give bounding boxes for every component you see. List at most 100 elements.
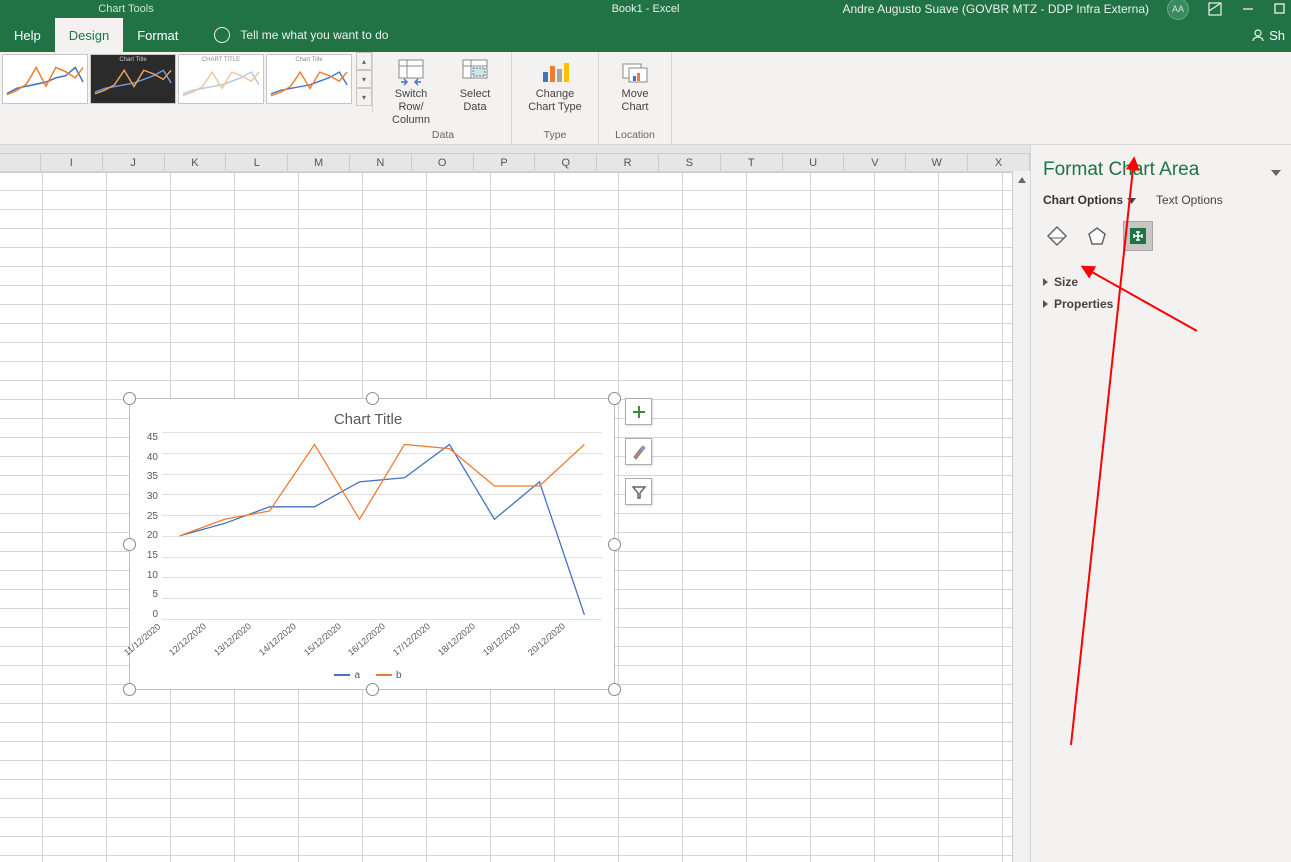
y-tick-label: 20 — [138, 530, 158, 541]
column-header[interactable]: P — [474, 154, 536, 172]
gallery-scroll-up[interactable]: ▴ — [356, 52, 372, 70]
pane-section-size[interactable]: Size — [1043, 271, 1279, 293]
resize-handle[interactable] — [123, 683, 136, 696]
resize-handle[interactable] — [123, 538, 136, 551]
chart-add-element-button[interactable] — [625, 398, 652, 425]
user-avatar[interactable]: AA — [1167, 0, 1189, 20]
maximize-icon[interactable] — [1273, 2, 1287, 16]
pane-tab-text-options[interactable]: Text Options — [1156, 193, 1223, 207]
x-tick-label: 17/12/2020 — [391, 621, 432, 658]
chart-title[interactable]: Chart Title — [134, 407, 602, 432]
triangle-right-icon — [1043, 300, 1048, 308]
pane-title: Format Chart Area — [1043, 159, 1279, 181]
gallery-more[interactable]: ▾ — [356, 88, 372, 106]
tell-me-search[interactable]: Tell me what you want to do — [214, 18, 388, 52]
x-tick-label: 20/12/2020 — [526, 621, 567, 658]
column-header[interactable]: R — [597, 154, 659, 172]
size-properties-icon[interactable] — [1123, 221, 1153, 251]
minimize-icon[interactable] — [1241, 2, 1255, 16]
legend-item[interactable]: a — [334, 670, 360, 681]
user-name: Andre Augusto Suave (GOVBR MTZ - DDP Inf… — [842, 2, 1149, 16]
chart-styles-button[interactable] — [625, 438, 652, 465]
y-tick-label: 15 — [138, 550, 158, 561]
chart-style-thumb[interactable]: Chart Title — [90, 54, 176, 104]
ribbon-group-label: Location — [615, 129, 655, 144]
column-header[interactable]: S — [659, 154, 721, 172]
share-button[interactable]: Sh — [1251, 18, 1291, 52]
chart-style-thumb[interactable]: CHART TITLE — [178, 54, 264, 104]
series-line[interactable] — [180, 444, 585, 614]
column-header[interactable]: K — [165, 154, 227, 172]
funnel-icon — [631, 484, 647, 500]
chart-styles-gallery[interactable]: Chart Title CHART TITLE Chart Title ▴ ▾ … — [0, 52, 373, 112]
resize-handle[interactable] — [608, 538, 621, 551]
y-tick-label: 45 — [138, 432, 158, 443]
column-header[interactable]: N — [350, 154, 412, 172]
plot-area[interactable] — [162, 432, 602, 620]
resize-handle[interactable] — [608, 683, 621, 696]
titlebar: Chart Tools Book1 - Excel Andre Augusto … — [0, 0, 1291, 18]
switch-row-column-button[interactable]: Switch Row/ Column — [379, 54, 443, 129]
move-chart-icon — [619, 56, 651, 88]
lightbulb-icon — [214, 27, 230, 43]
resize-handle[interactable] — [366, 392, 379, 405]
x-tick-label: 12/12/2020 — [167, 621, 208, 658]
document-title: Book1 - Excel — [612, 3, 680, 15]
share-icon — [1251, 28, 1265, 42]
y-tick-label: 10 — [138, 570, 158, 581]
effects-icon[interactable] — [1083, 222, 1111, 250]
fill-line-icon[interactable] — [1043, 222, 1071, 250]
column-header[interactable]: Q — [535, 154, 597, 172]
ribbon-display-options-icon[interactable] — [1207, 1, 1223, 17]
pane-section-properties[interactable]: Properties — [1043, 293, 1279, 315]
column-header[interactable]: T — [721, 154, 783, 172]
column-header[interactable]: V — [844, 154, 906, 172]
brush-icon — [631, 444, 647, 460]
y-tick-label: 0 — [138, 609, 158, 620]
chevron-down-icon — [1127, 196, 1136, 205]
chart-style-thumb[interactable]: Chart Title — [266, 54, 352, 104]
x-tick-label: 16/12/2020 — [346, 621, 387, 658]
pane-tab-chart-options[interactable]: Chart Options — [1043, 193, 1136, 207]
scroll-up-icon[interactable] — [1013, 171, 1030, 188]
y-tick-label: 40 — [138, 452, 158, 463]
ribbon-group-type: Change Chart Type Type — [512, 52, 599, 144]
change-chart-type-button[interactable]: Change Chart Type — [516, 54, 594, 116]
tab-help[interactable]: Help — [0, 18, 55, 52]
column-header[interactable]: U — [783, 154, 845, 172]
pane-menu-button[interactable] — [1271, 167, 1281, 181]
column-header[interactable]: W — [906, 154, 968, 172]
move-chart-button[interactable]: Move Chart — [603, 54, 667, 116]
chart-legend[interactable]: ab — [134, 668, 602, 685]
x-axis: 11/12/202012/12/202013/12/202014/12/2020… — [134, 620, 602, 668]
select-data-button[interactable]: Select Data — [443, 54, 507, 116]
column-header[interactable]: M — [288, 154, 350, 172]
column-header[interactable]: O — [412, 154, 474, 172]
series-line[interactable] — [180, 444, 585, 535]
switch-row-column-icon — [395, 56, 427, 88]
legend-item[interactable]: b — [376, 670, 402, 681]
tell-me-label: Tell me what you want to do — [240, 28, 388, 42]
chart-object[interactable]: Chart Title 051015202530354045 11/12/202… — [129, 398, 615, 690]
worksheet-area[interactable]: IJKLMNOPQRSTUVWX Chart Title 05101520253… — [0, 145, 1030, 862]
chart-filter-button[interactable] — [625, 478, 652, 505]
x-tick-label: 19/12/2020 — [481, 621, 522, 658]
ribbon-group-data: Switch Row/ Column Select Data Data — [375, 52, 512, 144]
y-tick-label: 35 — [138, 471, 158, 482]
vertical-scrollbar[interactable] — [1012, 171, 1030, 862]
column-header[interactable]: X — [968, 154, 1030, 172]
tab-format[interactable]: Format — [123, 18, 192, 52]
ribbon-group-location: Move Chart Location — [599, 52, 672, 144]
chart-style-thumb[interactable] — [2, 54, 88, 104]
resize-handle[interactable] — [608, 392, 621, 405]
tab-design[interactable]: Design — [55, 18, 123, 52]
resize-handle[interactable] — [123, 392, 136, 405]
select-data-icon — [459, 56, 491, 88]
gallery-scroll-down[interactable]: ▾ — [356, 70, 372, 88]
column-header[interactable]: I — [41, 154, 103, 172]
column-header[interactable]: J — [103, 154, 165, 172]
format-pane: Format Chart Area Chart Options Text Opt… — [1030, 145, 1291, 862]
y-tick-label: 25 — [138, 511, 158, 522]
column-header[interactable]: L — [226, 154, 288, 172]
resize-handle[interactable] — [366, 683, 379, 696]
